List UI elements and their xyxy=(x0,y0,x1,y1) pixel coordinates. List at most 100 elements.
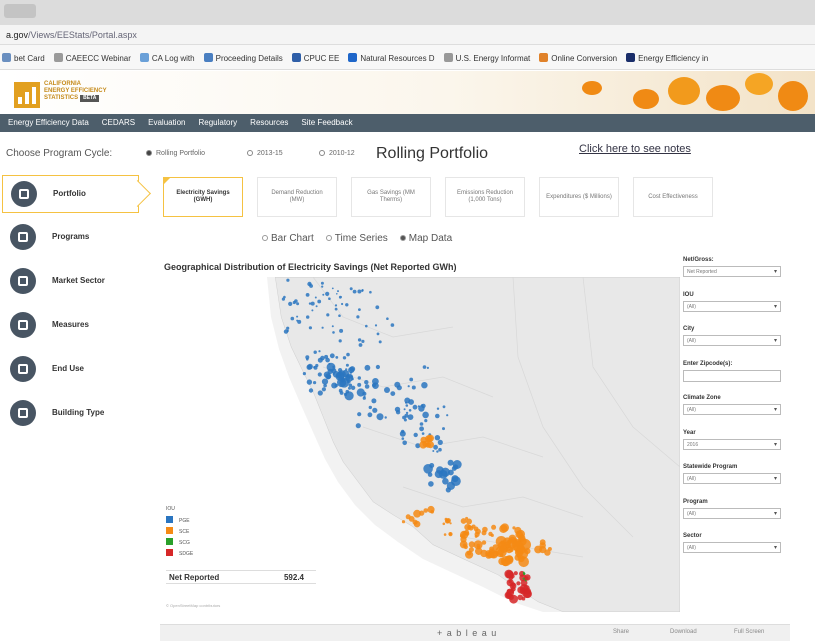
site-logo[interactable]: CALIFORNIA ENERGY EFFICIENCY STATISTICS B… xyxy=(44,81,107,102)
radio-dot xyxy=(399,235,406,241)
savings-bubble xyxy=(443,533,447,536)
bookmark-item[interactable]: Natural Resources D xyxy=(348,53,435,63)
legend-title: IOU xyxy=(166,506,175,512)
cycle-radio-rolling[interactable]: Rolling Portfolio xyxy=(146,150,205,157)
download-button[interactable]: Download xyxy=(670,629,697,635)
view-mode-radio[interactable]: Map Data xyxy=(399,233,458,244)
metric-tab[interactable]: Gas Savings (MM Therms) xyxy=(351,177,431,217)
filter-select[interactable]: (All) xyxy=(683,473,781,484)
savings-bubble xyxy=(524,574,531,581)
savings-bubble xyxy=(399,430,406,437)
savings-bubble xyxy=(451,476,461,486)
sidebar-item-building-type[interactable]: Building Type xyxy=(2,395,139,433)
filter-select[interactable]: (All) xyxy=(683,542,781,553)
radio-dot xyxy=(319,150,325,156)
savings-bubble xyxy=(361,339,365,343)
address-bar[interactable]: a.gov/Views/EEStats/Portal.aspx xyxy=(0,25,815,45)
map-credit: © OpenStreetMap contributors xyxy=(166,603,221,608)
savings-bubble xyxy=(321,378,329,385)
legend-label: SDGE xyxy=(179,551,194,557)
share-button[interactable]: Share xyxy=(613,629,629,635)
view-mode-radio[interactable]: Bar Chart xyxy=(262,233,320,244)
savings-bubble xyxy=(491,524,497,530)
savings-bubble xyxy=(371,398,377,404)
notes-link[interactable]: Click here to see notes xyxy=(579,143,691,155)
nav-item[interactable]: Evaluation xyxy=(148,118,185,127)
metric-tab[interactable]: Expenditures ($ Millions) xyxy=(539,177,619,217)
cycle-radio-2013-15[interactable]: 2013-15 xyxy=(247,150,283,157)
legend-label: SCG xyxy=(179,540,190,546)
net-reported-total: Net Reported 592.4 xyxy=(166,570,316,584)
savings-bubble xyxy=(434,435,441,441)
filter-select[interactable]: (All) xyxy=(683,507,781,519)
savings-bubble xyxy=(297,319,302,324)
savings-bubble xyxy=(445,518,451,524)
metric-tab[interactable]: Emissions Reduction (1,000 Tons) xyxy=(445,177,525,217)
metric-tab[interactable]: Electricity Savings (GWH) xyxy=(163,177,243,217)
savings-bubble xyxy=(435,413,440,419)
radio-dot xyxy=(146,150,152,156)
bookmark-item[interactable]: Energy Efficiency in xyxy=(626,53,708,63)
net-reported-label: Net Reported xyxy=(169,573,220,582)
savings-bubble xyxy=(405,404,409,407)
savings-bubble xyxy=(508,575,514,581)
radio-dot xyxy=(262,235,268,241)
savings-bubble xyxy=(506,579,514,587)
bookmark-icon xyxy=(539,53,549,62)
nav-item[interactable]: CEDARS xyxy=(102,118,135,127)
zipcode-input[interactable] xyxy=(683,369,781,382)
nav-item[interactable]: Energy Efficiency Data xyxy=(8,118,89,127)
filter-select[interactable]: 2016 xyxy=(683,438,781,450)
legend-item: SCE xyxy=(166,527,193,538)
cycle-radio-2010-12[interactable]: 2010-12 xyxy=(319,150,355,157)
savings-bubble xyxy=(313,350,317,354)
map-canvas[interactable] xyxy=(163,277,680,612)
bookmark-item[interactable]: U.S. Energy Informat xyxy=(443,53,530,63)
metric-tab[interactable]: Cost Effectiveness xyxy=(633,177,713,217)
bookmarks-bar: bet Card CAEECC Webinar CA Log with Proceed… xyxy=(0,45,815,70)
savings-bubble xyxy=(446,414,449,417)
savings-bubble xyxy=(419,441,428,449)
bookmark-item[interactable]: bet Card xyxy=(2,53,45,63)
sidebar-item-portfolio[interactable]: Portfolio xyxy=(2,175,139,213)
tableau-logo[interactable]: + a b l e a u xyxy=(437,628,497,638)
bookmark-item[interactable]: Online Conversion xyxy=(539,53,617,63)
browser-tab[interactable] xyxy=(4,4,36,18)
sidebar-item-measures[interactable]: Measures xyxy=(2,307,139,345)
savings-bubble xyxy=(349,366,356,372)
sidebar-item-programs[interactable]: Programs xyxy=(2,219,139,257)
nav-item[interactable]: Regulatory xyxy=(198,118,237,127)
nav-item[interactable]: Site Feedback xyxy=(301,118,352,127)
bookmark-item[interactable]: CA Log with xyxy=(139,53,195,63)
sidebar-item-market-sector[interactable]: Market Sector xyxy=(2,263,139,301)
filter-select[interactable]: (All) xyxy=(683,404,781,415)
sidebar-item-end-use[interactable]: End Use xyxy=(2,351,139,389)
bookmark-item[interactable]: CPUC EE xyxy=(291,53,339,63)
savings-bubble xyxy=(355,423,361,429)
savings-bubble xyxy=(315,363,319,368)
savings-bubble xyxy=(407,385,410,388)
filter-select[interactable]: Net Reported xyxy=(683,266,781,277)
metric-tab[interactable]: Demand Reduction (MW) xyxy=(257,177,337,217)
savings-bubble xyxy=(422,365,427,369)
savings-bubble xyxy=(343,392,348,396)
savings-bubble xyxy=(317,299,322,304)
full-screen-button[interactable]: Full Screen xyxy=(734,629,764,635)
savings-bubble xyxy=(405,411,409,415)
view-mode-radio[interactable]: Time Series xyxy=(325,233,394,244)
filter-select[interactable]: (All) xyxy=(683,300,781,312)
bookmark-item[interactable]: Proceeding Details xyxy=(203,53,283,63)
savings-bubble xyxy=(296,315,299,318)
filter-select[interactable]: (All) xyxy=(683,335,781,346)
bookmark-icon xyxy=(139,53,149,62)
nav-item[interactable]: Resources xyxy=(250,118,288,127)
savings-bubble xyxy=(350,385,356,390)
bookmark-item[interactable]: CAEECC Webinar xyxy=(53,53,131,63)
filter-label: Year xyxy=(683,429,696,436)
savings-bubble xyxy=(459,540,468,549)
savings-bubble xyxy=(338,339,342,343)
map-view[interactable] xyxy=(163,277,680,612)
savings-bubble xyxy=(286,329,289,332)
savings-bubble xyxy=(323,383,327,388)
savings-bubble xyxy=(286,278,290,282)
